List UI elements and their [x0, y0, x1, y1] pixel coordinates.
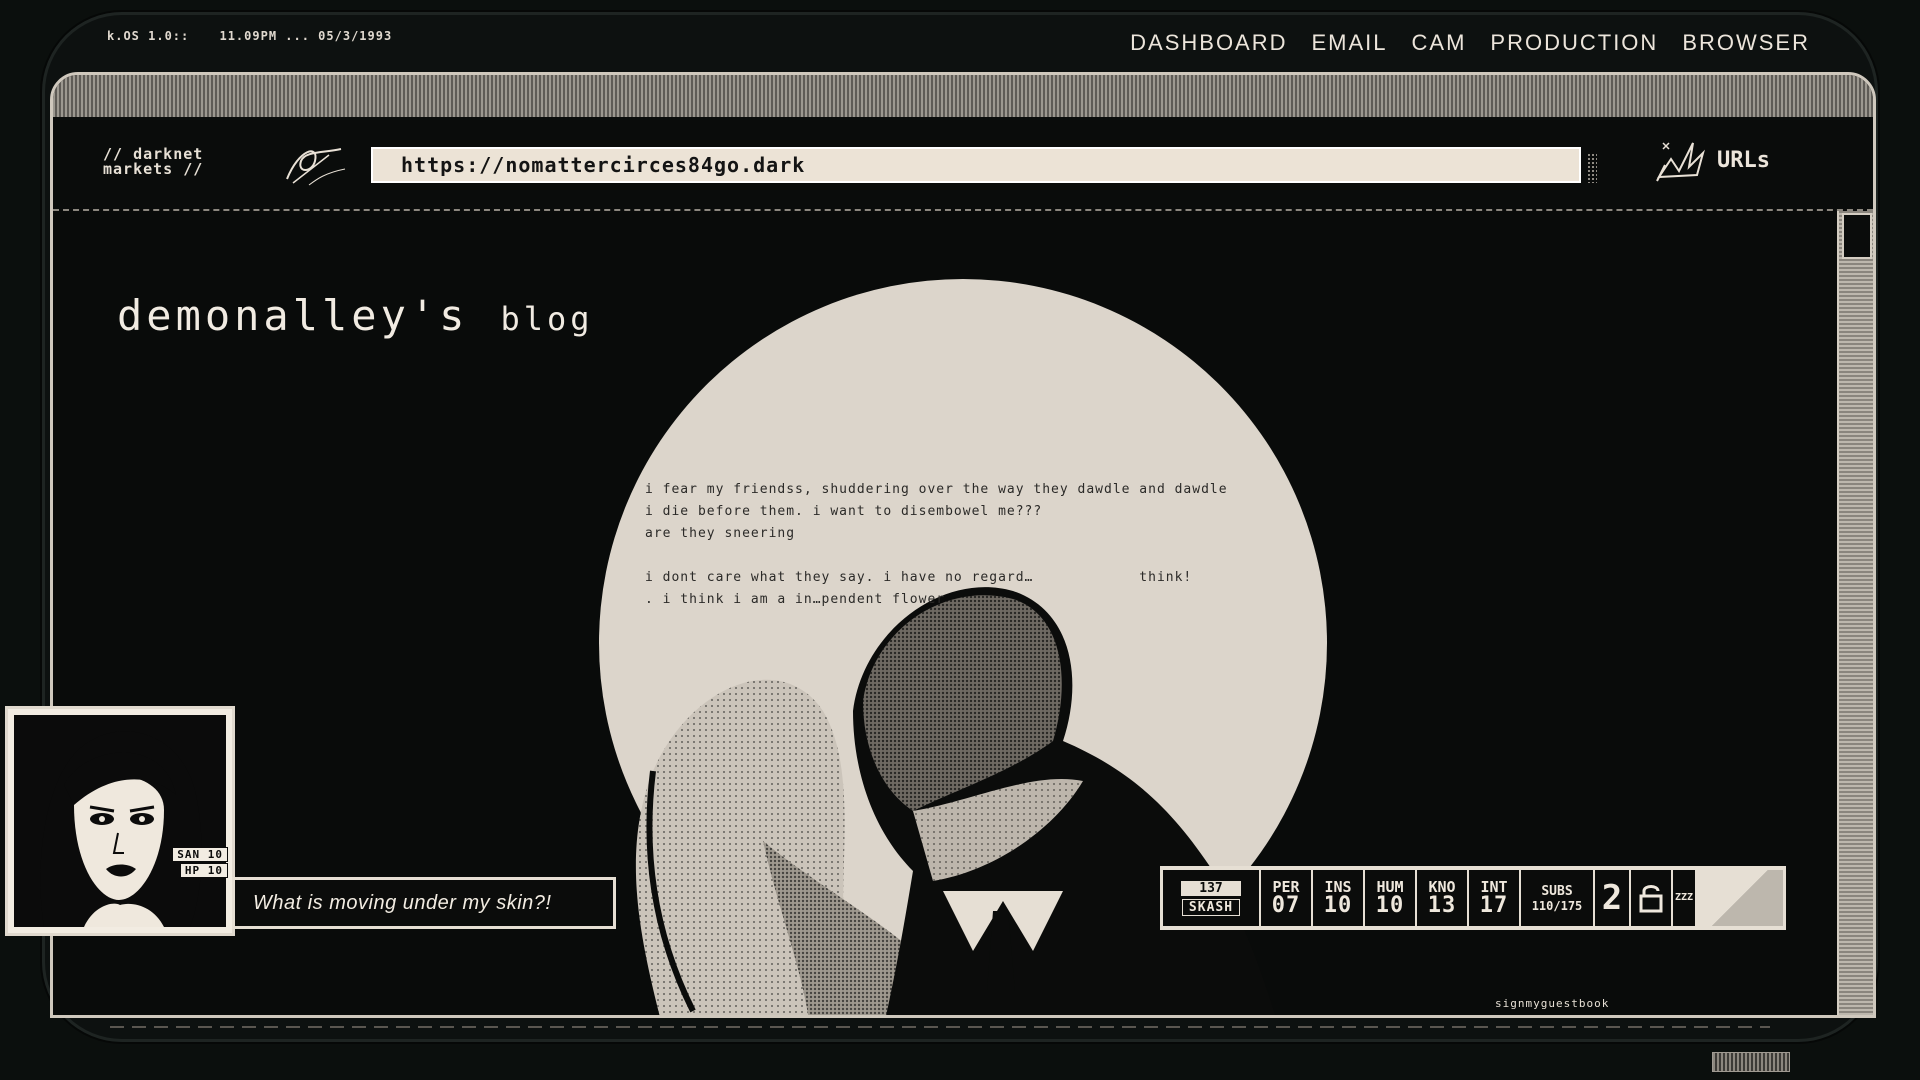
subs-value: 110/175 [1531, 898, 1583, 913]
portrait-frame [12, 713, 228, 929]
guestbook-link[interactable]: signmyguestbook [1495, 997, 1609, 1010]
character-portrait: SAN 10 HP 10 [5, 706, 235, 936]
stat-value: 13 [1427, 893, 1457, 918]
stat-value: 07 [1271, 893, 1301, 918]
nav-browser[interactable]: BROWSER [1682, 30, 1810, 56]
stat-ins: INS 10 [1313, 870, 1363, 926]
monitor-power-button[interactable] [1712, 1052, 1790, 1072]
padlock-icon [1639, 885, 1663, 913]
player-id-card: 137 SKASH [1163, 870, 1259, 926]
sanity-badge: SAN 10 [172, 847, 228, 862]
nav-production[interactable]: PRODUCTION [1490, 30, 1658, 56]
system-info: k.OS 1.0:: 11.09PM ... 05/3/1993 [107, 29, 414, 43]
hud-corner-decoration [1697, 870, 1783, 926]
paper-crane-icon [1656, 142, 1705, 182]
stat-per: PER 07 [1261, 870, 1311, 926]
stat-int: INT 17 [1469, 870, 1519, 926]
subs-label: SUBS [1541, 883, 1573, 899]
stat-value: 17 [1479, 893, 1509, 918]
signature-logo-icon [286, 148, 346, 186]
os-version: k.OS 1.0:: [107, 29, 190, 43]
nav-cam[interactable]: CAM [1412, 30, 1467, 56]
page-title: demonalley's blog [117, 291, 594, 340]
nav-dashboard[interactable]: DASHBOARD [1130, 30, 1287, 56]
player-number: 137 [1181, 880, 1241, 896]
system-clock: 11.09PM ... 05/3/1993 [219, 29, 393, 43]
subscribers-counter: SUBS 110/175 [1521, 870, 1593, 926]
top-nav: DASHBOARD EMAIL CAM PRODUCTION BROWSER [1130, 30, 1810, 56]
footer-divider [110, 1026, 1770, 1028]
sleep-icon[interactable]: ZZZ [1673, 870, 1695, 926]
url-bar-grip [1587, 153, 1597, 183]
scroll-thumb[interactable] [1842, 213, 1872, 259]
character-dialog: What is moving under my skin?! [232, 877, 616, 929]
character-face-icon [40, 731, 202, 927]
dialog-text: What is moving under my skin?! [253, 891, 552, 914]
blog-poem: i fear my friendss, shuddering over the … [645, 482, 1228, 607]
day-counter: 2 [1595, 870, 1629, 926]
url-input[interactable] [371, 147, 1581, 183]
stat-kno: KNO 13 [1417, 870, 1467, 926]
stat-value: 10 [1323, 893, 1353, 918]
window-titlebar[interactable] [53, 75, 1873, 119]
address-bar: // darknet markets // URLs [53, 117, 1873, 211]
urls-label: URLs [1717, 147, 1770, 173]
stats-hud: 137 SKASH PER 07 INS 10 HUM 10 KNO 13 IN… [1160, 866, 1786, 930]
stat-value: 10 [1375, 893, 1405, 918]
blog-owner: demonalley's [117, 291, 469, 340]
nav-email[interactable]: EMAIL [1312, 30, 1388, 56]
page-scrollbar[interactable] [1837, 211, 1873, 1015]
blog-label: blog [500, 300, 594, 338]
player-name: SKASH [1181, 898, 1241, 916]
hp-badge: HP 10 [179, 863, 228, 878]
stat-hum: HUM 10 [1365, 870, 1415, 926]
urls-button[interactable]: URLs [1653, 137, 1770, 183]
lock-icon[interactable] [1631, 870, 1671, 926]
darknet-markets-link[interactable]: // darknet markets // [103, 147, 203, 177]
